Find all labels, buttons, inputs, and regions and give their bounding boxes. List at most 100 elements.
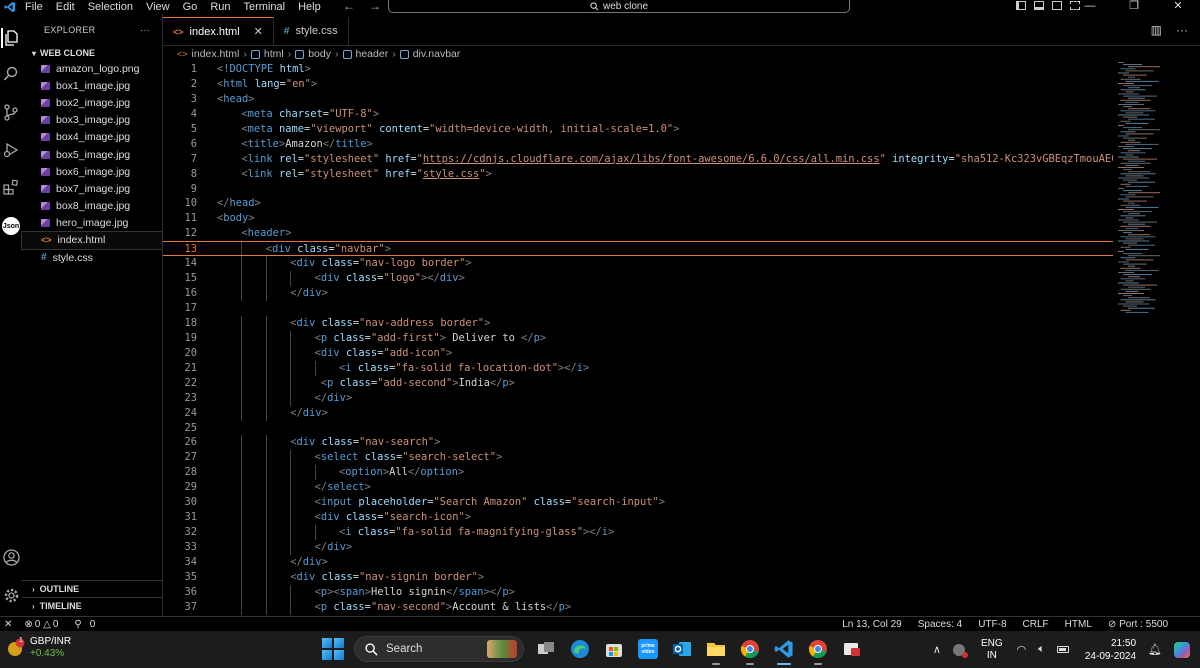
editor-scrollbar[interactable]	[1186, 62, 1198, 616]
source-control-icon[interactable]	[1, 102, 21, 122]
chevron-right-icon: ›	[32, 601, 35, 611]
problems-indicator[interactable]: ⊗ 0 △ 0	[24, 619, 58, 630]
minimap-line	[1120, 288, 1151, 290]
breadcrumb-item[interactable]: body	[308, 48, 331, 60]
tab-style-css[interactable]: # style.css	[274, 17, 349, 45]
file-name: box7_image.jpg	[56, 182, 131, 195]
show-hidden-icons-chevron-icon[interactable]: ∧	[933, 643, 941, 656]
line-endings[interactable]: CRLF	[1023, 619, 1049, 630]
menu-edit[interactable]: Edit	[56, 1, 75, 13]
close-tab-icon[interactable]: ✕	[254, 25, 263, 38]
run-debug-icon[interactable]	[1, 140, 21, 160]
folder-web-clone[interactable]: ▾ WEB CLONE	[22, 46, 162, 60]
file-item[interactable]: box4_image.jpg	[22, 129, 162, 146]
explorer-more-actions[interactable]: ···	[140, 25, 150, 35]
remote-icon[interactable]: ✕	[4, 619, 12, 630]
minimap-line	[1125, 217, 1134, 219]
chrome-icon[interactable]	[738, 637, 762, 665]
language-mode[interactable]: HTML	[1065, 619, 1092, 630]
start-button[interactable]	[322, 638, 344, 660]
json-extension-icon[interactable]: Json	[1, 216, 21, 236]
code-token: </	[217, 197, 230, 210]
forward-arrow-icon[interactable]: →	[369, 0, 381, 13]
minimap-line	[1125, 311, 1149, 313]
file-item[interactable]: <> index.html	[21, 230, 163, 251]
file-item[interactable]: box8_image.jpg	[22, 198, 162, 215]
minimize-icon[interactable]: —	[1068, 0, 1112, 12]
code-line: 28 <option>All</option>	[163, 465, 1113, 481]
widgets-ticker[interactable]: 1 GBP/INR +0.43%	[6, 636, 71, 660]
outlook-icon[interactable]	[670, 637, 694, 661]
clock[interactable]: 21:50 24-09-2024	[1085, 637, 1136, 663]
file-item[interactable]: box1_image.jpg	[22, 77, 162, 94]
minimap-line	[1125, 301, 1144, 303]
command-center[interactable]: web clone	[388, 0, 850, 13]
toggle-panel-icon[interactable]	[1034, 1, 1044, 10]
file-item[interactable]: box3_image.jpg	[22, 112, 162, 129]
restore-icon[interactable]: ❐	[1112, 0, 1156, 12]
breadcrumb-item[interactable]: index.html	[192, 48, 240, 60]
close-icon[interactable]: ✕	[1156, 0, 1200, 12]
cursor-position[interactable]: Ln 13, Col 29	[842, 619, 902, 630]
menu-help[interactable]: Help	[298, 1, 321, 13]
minimap[interactable]	[1118, 62, 1168, 322]
file-item[interactable]: amazon_logo.png	[22, 60, 162, 77]
accounts-icon[interactable]	[1, 547, 21, 567]
ports-indicator[interactable]: ⚲ 0	[66, 619, 95, 630]
menu-file[interactable]: File	[25, 1, 43, 13]
vscode-taskbar-icon[interactable]	[772, 637, 796, 665]
split-editor-icon[interactable]: ▥	[1151, 23, 1162, 37]
breadcrumb-item[interactable]: div.navbar	[413, 48, 461, 60]
file-item[interactable]: box5_image.jpg	[22, 146, 162, 163]
copilot-icon[interactable]	[1174, 641, 1190, 658]
taskbar-search[interactable]: Search	[354, 636, 524, 662]
edge-browser-icon[interactable]	[568, 637, 592, 661]
input-language[interactable]: ENG IN	[981, 638, 1003, 662]
notifications-bell-icon[interactable]: 🔔︎	[1148, 643, 1162, 656]
line-number: 21	[184, 361, 197, 374]
battery-icon[interactable]	[1056, 646, 1069, 653]
file-item[interactable]: # style.css	[22, 249, 162, 266]
code-line: 24 </div>	[163, 405, 1113, 421]
volume-icon[interactable]: 🔈︎	[1038, 643, 1045, 656]
code-editor[interactable]: 1 <!DOCTYPE html> 2 <html lang="en"> 3 <head>…	[163, 62, 1113, 616]
wifi-icon[interactable]: ◠	[1017, 643, 1027, 656]
tab-index-html[interactable]: <> index.html ✕	[163, 17, 274, 45]
file-item[interactable]: box6_image.jpg	[22, 163, 162, 180]
back-arrow-icon[interactable]: ←	[343, 0, 355, 13]
microsoft-store-icon[interactable]	[602, 637, 626, 661]
task-view-icon[interactable]	[534, 637, 558, 661]
file-explorer-icon[interactable]	[704, 637, 728, 665]
menu-terminal[interactable]: Terminal	[244, 1, 286, 13]
indentation[interactable]: Spaces: 4	[918, 619, 962, 630]
indent-guide	[265, 405, 267, 421]
file-item[interactable]: box2_image.jpg	[22, 94, 162, 111]
menu-view[interactable]: View	[146, 1, 170, 13]
breadcrumb-item[interactable]: header	[356, 48, 389, 60]
more-actions-icon[interactable]: ···	[1176, 23, 1188, 37]
menu-selection[interactable]: Selection	[88, 1, 133, 13]
explorer-icon[interactable]	[1, 28, 21, 48]
search-icon[interactable]	[1, 64, 21, 84]
outline-section[interactable]: › OUTLINE	[22, 580, 163, 597]
menu-run[interactable]: Run	[210, 1, 230, 13]
snipping-tool-icon[interactable]	[840, 637, 864, 661]
settings-gear-icon[interactable]	[1, 585, 21, 605]
line-number: 1	[190, 63, 197, 75]
indent-guide	[290, 271, 292, 287]
chrome-profile-icon[interactable]	[806, 637, 830, 665]
code-text: <meta name="viewport" content="width=dev…	[241, 122, 679, 137]
tray-app-icon[interactable]	[952, 643, 968, 658]
file-item[interactable]: hero_image.jpg	[22, 215, 162, 232]
breadcrumb-item[interactable]: html	[264, 48, 284, 60]
live-server-port[interactable]: ⊘ Port : 5500	[1108, 619, 1168, 630]
toggle-secondary-sidebar-icon[interactable]	[1052, 1, 1062, 10]
extensions-icon[interactable]	[1, 177, 21, 197]
code-token: ></	[583, 526, 602, 539]
encoding[interactable]: UTF-8	[978, 619, 1006, 630]
menu-go[interactable]: Go	[183, 1, 198, 13]
file-item[interactable]: box7_image.jpg	[22, 180, 162, 197]
toggle-primary-sidebar-icon[interactable]	[1016, 1, 1026, 10]
timeline-section[interactable]: › TIMELINE	[22, 597, 163, 614]
prime-video-icon[interactable]: prime video	[636, 637, 660, 661]
